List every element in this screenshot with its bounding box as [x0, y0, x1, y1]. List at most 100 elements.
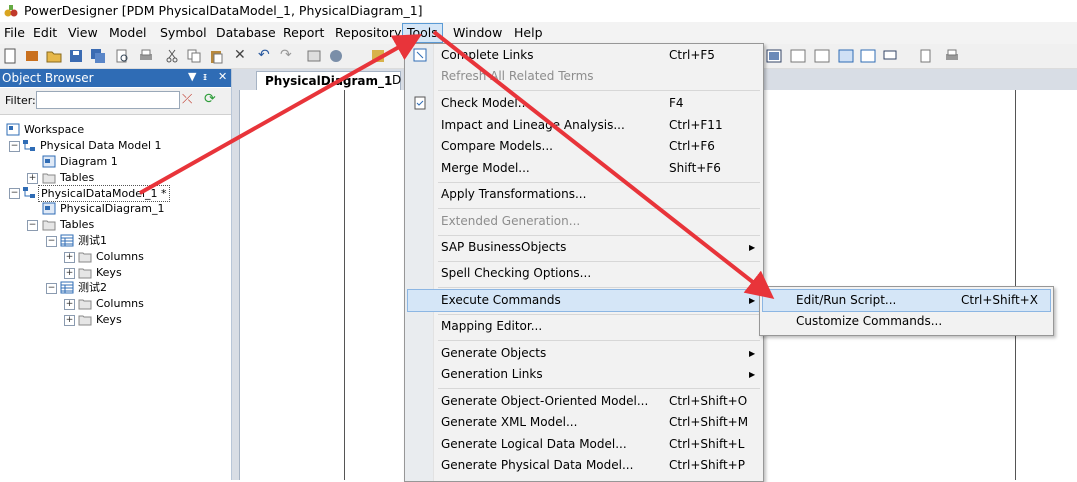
menu-database[interactable]: Database — [212, 24, 280, 42]
printer-icon[interactable] — [944, 48, 960, 64]
diagram-icon — [42, 155, 56, 168]
collapse-icon[interactable]: − — [9, 141, 20, 152]
preview-icon[interactable] — [918, 48, 934, 64]
submenu-arrow-icon: ▶ — [749, 370, 756, 379]
tab-physicaldiagram-1[interactable]: PhysicalDiagram_1 — [256, 71, 402, 90]
filter-row: Filter: ⤫ ⟳ — [0, 88, 231, 115]
refresh-icon[interactable]: ⟳ — [204, 91, 216, 107]
folder-icon — [78, 299, 92, 310]
collapse-icon[interactable]: − — [27, 220, 38, 231]
menu-item-check-model[interactable]: Check Model... F4 — [407, 93, 761, 114]
menu-item-customize-commands[interactable]: Customize Commands... — [762, 311, 1051, 332]
save-all-icon[interactable] — [90, 48, 106, 64]
folder-icon — [42, 173, 56, 184]
page-boundary — [1015, 90, 1016, 480]
menu-item-edit-run-script[interactable]: Edit/Run Script... Ctrl+Shift+X — [762, 289, 1051, 312]
menu-item-generate-objects[interactable]: Generate Objects ▶ — [407, 343, 761, 364]
menu-item-compare-models[interactable]: Compare Models... Ctrl+F6 — [407, 136, 761, 157]
menu-item-generate-pdm[interactable]: Generate Physical Data Model... Ctrl+Shi… — [407, 455, 761, 476]
menu-item-extended-generation[interactable]: Extended Generation... — [407, 211, 761, 232]
collapse-icon[interactable]: − — [46, 236, 57, 247]
menu-separator — [438, 90, 760, 91]
model-icon — [23, 187, 35, 198]
menu-model[interactable]: Model — [105, 24, 151, 42]
menu-separator — [438, 235, 760, 236]
close-icon[interactable]: ✕ — [218, 70, 227, 83]
panel-menu-icon[interactable]: ▼ — [188, 70, 196, 83]
menu-item-generate-xml-model[interactable]: Generate XML Model... Ctrl+Shift+M — [407, 412, 761, 433]
folder-icon — [78, 252, 92, 263]
collapse-icon[interactable]: − — [9, 188, 20, 199]
menu-item-impact-lineage-analysis[interactable]: Impact and Lineage Analysis... Ctrl+F11 — [407, 115, 761, 136]
check-model-icon[interactable] — [328, 48, 344, 64]
check-model-icon — [414, 96, 426, 110]
paste-icon[interactable] — [208, 48, 224, 64]
menu-item-generation-links[interactable]: Generation Links ▶ — [407, 364, 761, 385]
menu-item-complete-links[interactable]: Complete Links Ctrl+F5 — [407, 45, 761, 66]
print-preview-icon[interactable] — [114, 48, 130, 64]
filter-label: Filter: — [5, 94, 36, 107]
fit-page-icon[interactable] — [838, 48, 854, 64]
menu-report[interactable]: Report — [279, 24, 328, 42]
zoom-in-icon[interactable] — [790, 48, 806, 64]
menu-tools[interactable]: Tools — [402, 23, 443, 43]
expand-icon[interactable]: + — [64, 252, 75, 263]
copy-icon[interactable] — [186, 48, 202, 64]
menu-file[interactable]: File — [0, 24, 29, 42]
menu-separator — [438, 340, 760, 341]
submenu-arrow-icon: ▶ — [749, 243, 756, 252]
folder-icon — [42, 220, 56, 231]
expand-icon[interactable]: + — [64, 315, 75, 326]
expand-icon[interactable]: + — [27, 173, 38, 184]
workspace-icon — [6, 123, 20, 136]
zoom-out-icon[interactable] — [814, 48, 830, 64]
expand-icon[interactable]: + — [64, 268, 75, 279]
submenu-arrow-icon: ▶ — [749, 296, 756, 305]
menu-item-apply-transformations[interactable]: Apply Transformations... — [407, 184, 761, 205]
menu-separator — [438, 388, 760, 389]
menu-item-spell-checking-options[interactable]: Spell Checking Options... — [407, 263, 761, 284]
delete-icon[interactable]: ✕ — [234, 47, 246, 63]
menu-bar: File Edit View Model Symbol Database Rep… — [0, 22, 1077, 44]
menu-item-refresh-all-related-terms[interactable]: Refresh All Related Terms — [407, 66, 761, 87]
object-browser-panel: Object Browser ▼ ᵻ ✕ Filter: ⤫ ⟳ Workspa… — [0, 69, 232, 480]
menu-item-generate-ldm[interactable]: Generate Logical Data Model... Ctrl+Shif… — [407, 434, 761, 455]
menu-repository[interactable]: Repository — [331, 24, 405, 42]
menu-edit[interactable]: Edit — [29, 24, 61, 42]
object-browser-title: Object Browser — [2, 71, 94, 85]
menu-separator — [438, 182, 760, 183]
menu-item-merge-model[interactable]: Merge Model... Shift+F6 — [407, 158, 761, 179]
expand-icon[interactable]: + — [64, 299, 75, 310]
collapse-icon[interactable]: − — [46, 283, 57, 294]
menu-item-mapping-editor[interactable]: Mapping Editor... — [407, 316, 761, 337]
object-browser-header: Object Browser ▼ ᵻ ✕ — [0, 69, 231, 87]
pin-icon[interactable]: ᵻ — [203, 70, 207, 83]
redo-icon[interactable]: ↷ — [280, 47, 292, 63]
undo-icon[interactable]: ↶ — [258, 47, 270, 63]
grid-icon[interactable] — [766, 48, 782, 64]
new-model-icon[interactable] — [24, 48, 40, 64]
menu-item-sap-businessobjects[interactable]: SAP BusinessObjects ▶ — [407, 237, 761, 258]
filter-input[interactable] — [36, 91, 180, 109]
folder-icon — [78, 315, 92, 326]
open-icon[interactable] — [46, 48, 62, 64]
clear-filter-icon[interactable]: ⤫ — [182, 92, 192, 107]
menu-separator — [438, 314, 760, 315]
menu-item-execute-commands[interactable]: Execute Commands ▶ — [407, 289, 761, 312]
complete-links-icon — [413, 48, 427, 62]
menu-separator — [438, 261, 760, 262]
report-icon[interactable] — [370, 48, 386, 64]
print-icon[interactable] — [138, 48, 154, 64]
comment-icon[interactable] — [882, 48, 898, 64]
menu-item-generate-oom[interactable]: Generate Object-Oriented Model... Ctrl+S… — [407, 391, 761, 412]
menu-view[interactable]: View — [64, 24, 102, 42]
cut-icon[interactable] — [164, 48, 180, 64]
menu-symbol[interactable]: Symbol — [156, 24, 211, 42]
window-title: PowerDesigner [PDM PhysicalDataModel_1, … — [24, 3, 423, 18]
properties-icon[interactable] — [306, 48, 322, 64]
menu-window[interactable]: Window — [449, 24, 506, 42]
view-mode-icon[interactable] — [860, 48, 876, 64]
menu-help[interactable]: Help — [510, 24, 547, 42]
new-icon[interactable] — [2, 48, 18, 64]
save-icon[interactable] — [68, 48, 84, 64]
